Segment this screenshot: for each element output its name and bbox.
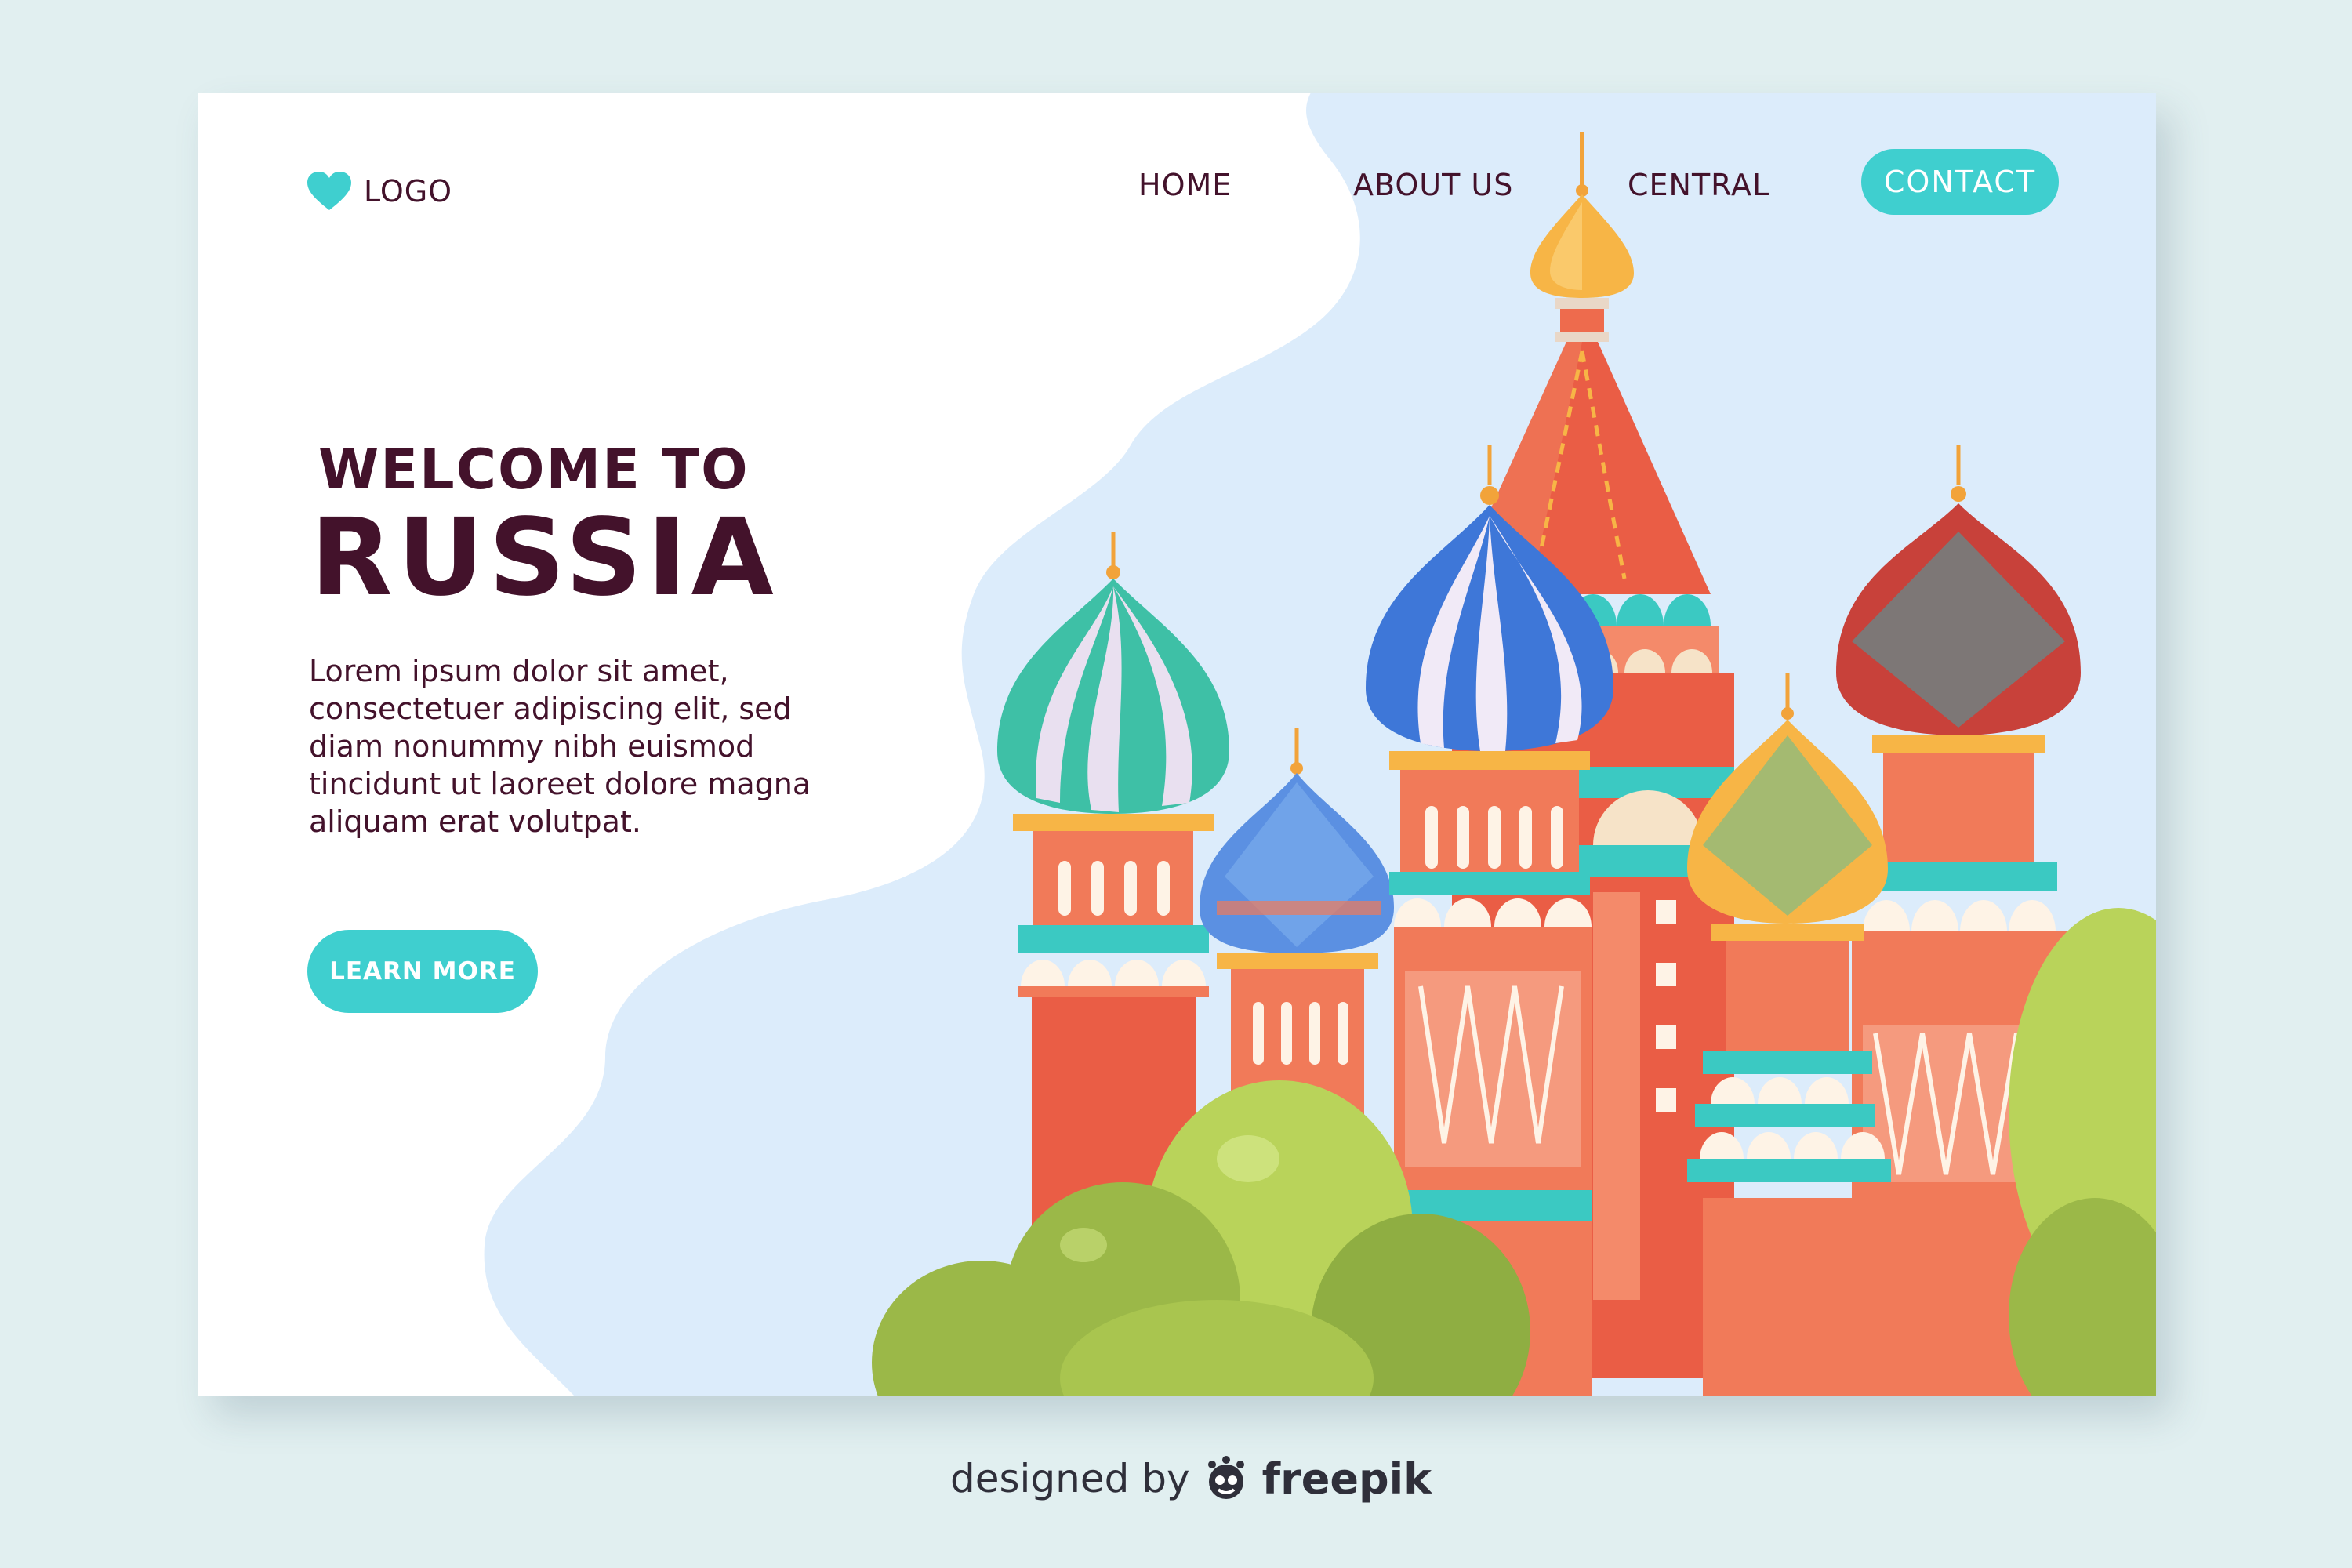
credit-brand: freepik <box>1261 1454 1432 1504</box>
landing-page-card: LOGO HOME ABOUT US CENTRAL CONTACT WELCO… <box>198 93 2156 1396</box>
freepik-mascot-icon <box>1207 1456 1244 1499</box>
credit-prefix: designed by <box>950 1456 1190 1501</box>
cathedral-illustration <box>872 132 2156 1396</box>
designer-credit: designed by freepik <box>950 1454 1432 1504</box>
